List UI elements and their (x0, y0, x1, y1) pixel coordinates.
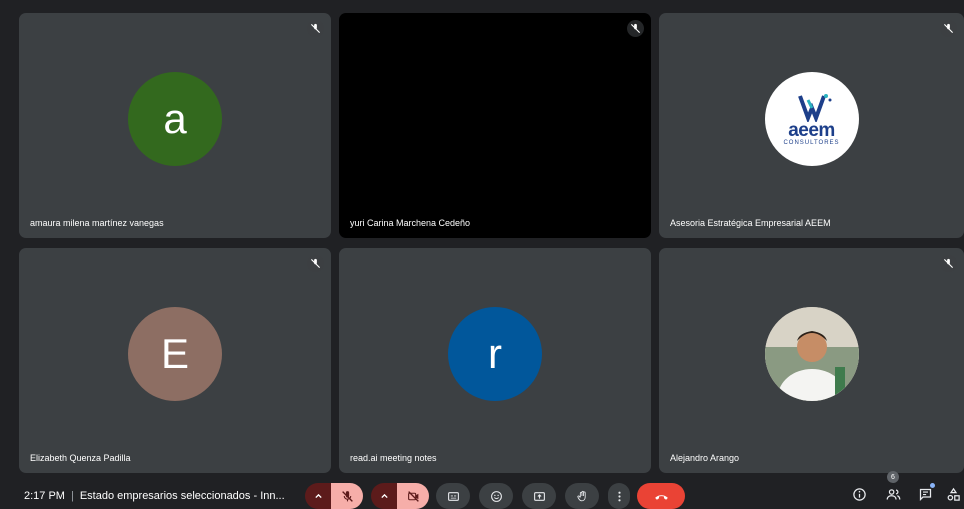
camera-toggle-button[interactable] (397, 483, 429, 509)
raise-hand-icon (576, 490, 586, 501)
participant-name: amaura milena martínez vanegas (30, 218, 164, 228)
mic-off-icon (307, 255, 324, 272)
emoji-reactions-button[interactable] (479, 483, 513, 509)
hangup-icon (654, 494, 668, 500)
participant-name: Asesoria Estratégica Empresarial AEEM (670, 218, 831, 228)
activities-icon (947, 487, 960, 501)
people-button[interactable]: 6 (882, 471, 904, 505)
camera-off-icon (407, 490, 419, 502)
leave-call-button[interactable] (637, 483, 685, 509)
meeting-title: Estado empresarios seleccionados - Inn..… (79, 490, 285, 502)
participant-tile[interactable]: Alejandro Arango (659, 248, 964, 473)
meeting-info: 2:17 PM | Estado empresarios seleccionados… (24, 490, 285, 502)
more-options-button[interactable] (608, 483, 630, 509)
mic-off-icon (307, 20, 324, 37)
emoji-icon (490, 490, 502, 502)
chat-icon (919, 488, 931, 501)
captions-button[interactable] (436, 483, 470, 509)
participant-tile[interactable]: yuri Carina Marchena Cedeño (339, 13, 651, 238)
clock-time: 2:17 PM (24, 490, 65, 502)
more-vertical-icon (617, 491, 621, 501)
logo-subtitle: CONSULTORES (783, 139, 840, 146)
meeting-details-button[interactable] (848, 483, 870, 505)
present-screen-icon (533, 491, 545, 501)
mic-options-chevron-icon[interactable] (305, 483, 331, 509)
avatar: a (128, 71, 222, 166)
people-icon (886, 488, 900, 500)
participant-name: Alejandro Arango (670, 453, 740, 463)
info-icon (852, 487, 866, 501)
mic-off-icon (940, 20, 957, 37)
people-count-badge: 6 (887, 471, 899, 483)
mic-toggle-button[interactable] (331, 483, 363, 509)
participant-tile[interactable]: aeem CONSULTORES Asesoria Estratégica Em… (659, 13, 964, 238)
camera-control (371, 483, 429, 509)
participant-name: yuri Carina Marchena Cedeño (350, 218, 471, 228)
avatar: E (128, 306, 222, 401)
mic-off-icon (940, 255, 957, 272)
avatar: r (448, 306, 542, 401)
present-screen-button[interactable] (522, 483, 556, 509)
aeem-logo-mark (797, 93, 831, 122)
mic-off-icon (627, 20, 644, 37)
activities-button[interactable] (942, 483, 964, 505)
participant-name: read.ai meeting notes (350, 453, 437, 463)
participant-tile[interactable]: E Elizabeth Quenza Padilla (19, 248, 331, 473)
participant-name: Elizabeth Quenza Padilla (30, 453, 131, 463)
chat-notification-dot (930, 483, 935, 488)
separator: | (70, 490, 74, 502)
mic-off-icon (341, 490, 353, 502)
microphone-control (305, 483, 363, 509)
raise-hand-button[interactable] (565, 483, 599, 509)
captions-icon (447, 491, 459, 501)
participant-tile[interactable]: r read.ai meeting notes (339, 248, 651, 473)
company-logo: aeem CONSULTORES (764, 71, 859, 166)
chat-button[interactable] (914, 483, 936, 505)
logo-word: aeem (788, 119, 835, 141)
profile-photo (764, 306, 859, 401)
participant-tile[interactable]: a amaura milena martínez vanegas (19, 13, 331, 238)
camera-options-chevron-icon[interactable] (371, 483, 397, 509)
